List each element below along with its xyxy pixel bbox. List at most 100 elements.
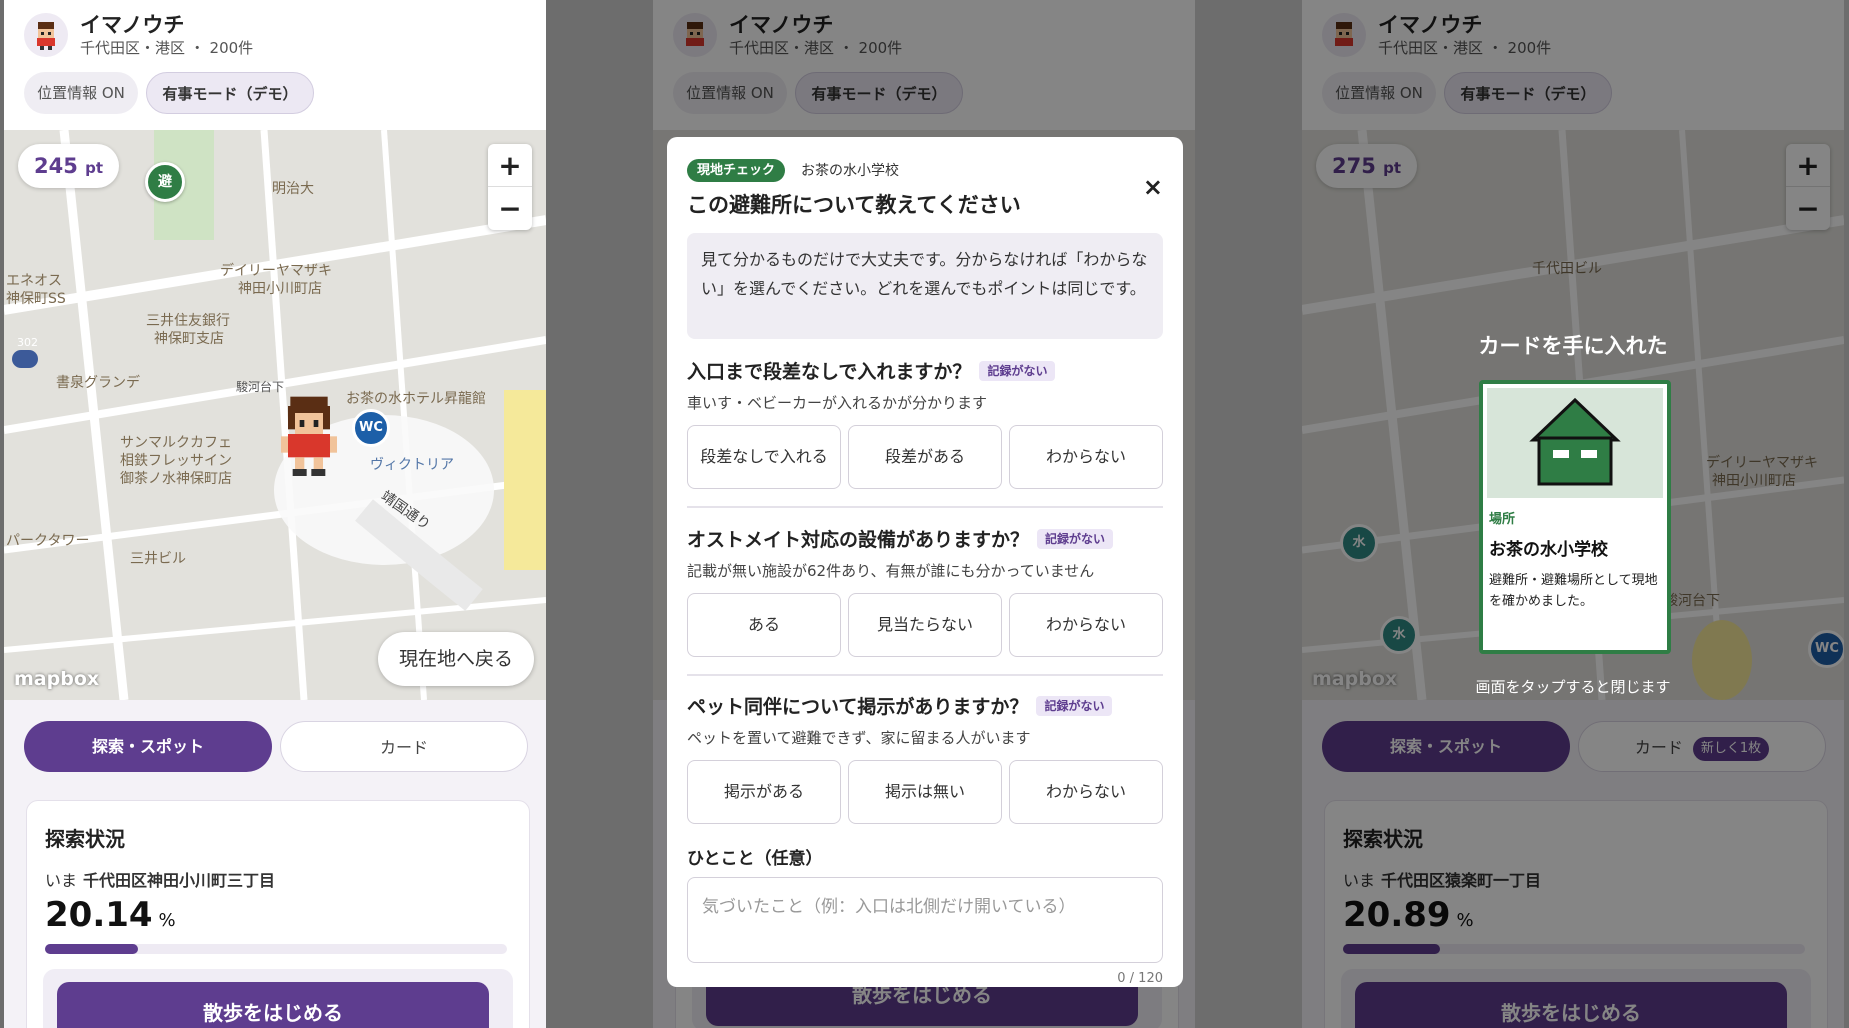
school-name: お茶の水小学校 — [801, 163, 899, 179]
zoom-out-button[interactable]: − — [488, 187, 532, 230]
onsite-check-badge: 現地チェック — [687, 159, 786, 182]
card-image — [1487, 388, 1663, 498]
walk-button-container: 散歩をはじめる — [43, 969, 513, 1028]
map-label: パークタワー — [6, 533, 90, 549]
mapbox-logo: mapbox — [14, 668, 100, 690]
character-counter: 0 / 120 — [1117, 971, 1163, 986]
map-label: 三井住友銀行 — [146, 313, 230, 329]
answer-option[interactable]: 段差なしで入れる — [687, 425, 841, 489]
divider — [687, 674, 1163, 676]
card-kind: 場所 — [1489, 512, 1516, 527]
question-step-free: 入口まで段差なしで入れますか？ 記録がない 車いす・ベビーカーが入れるかが分かりま… — [687, 357, 1163, 489]
current-location: いま 千代田区神田小川町三丁目 — [45, 867, 275, 891]
map-label: 相鉄フレッサイン — [120, 453, 232, 469]
reward-card[interactable]: 場所 お茶の水小学校 避難所・避難場所として現地を確かめました。 — [1479, 380, 1671, 654]
divider — [1844, 0, 1849, 1028]
zoom-in-button[interactable]: + — [488, 144, 532, 187]
map-label: サンマルクカフェ — [120, 435, 232, 451]
exploration-percent: 20.14% — [45, 895, 176, 935]
map-label: エネオス — [6, 273, 62, 289]
map-label: デイリーヤマザキ — [220, 263, 332, 279]
route-number: 302 — [17, 336, 38, 349]
answer-options: 掲示がある 掲示は無い わからない — [687, 760, 1163, 824]
answer-option[interactable]: ある — [687, 593, 841, 657]
divider — [1195, 0, 1302, 1028]
answer-option[interactable]: わからない — [1009, 760, 1163, 824]
exploration-status-card: 探索状況 いま 千代田区神田小川町三丁目 20.14% 散歩をはじめる — [26, 800, 530, 1028]
answer-option[interactable]: 見当たらない — [848, 593, 1002, 657]
divider — [546, 0, 653, 1028]
answer-option[interactable]: わからない — [1009, 425, 1163, 489]
question-pet: ペット同伴について掲示がありますか？ 記録がない ペットを置いて避難できず、家に留… — [687, 692, 1163, 824]
map-label: 三井ビル — [130, 551, 186, 567]
card-description: 避難所・避難場所として現地を確かめました。 — [1489, 573, 1658, 609]
start-walk-button[interactable]: 散歩をはじめる — [57, 982, 489, 1028]
phone-screen-map: イマノウチ 千代田区・港区 ・ 200件 位置情報 ON 有事モード（デモ） 明… — [4, 0, 546, 1028]
shelter-house-icon — [1529, 397, 1621, 486]
map-label: お茶の水ホテル昇龍館 — [346, 391, 486, 407]
no-record-badge: 記録がない — [1036, 696, 1113, 716]
map-label: ヴィクトリア — [370, 457, 454, 473]
question-description: ペットを置いて避難できず、家に留まる人がいます — [687, 729, 1031, 747]
now-label: いま — [45, 871, 78, 890]
progress-fill — [45, 944, 139, 954]
status-title: 探索状況 — [45, 827, 125, 851]
location-chip[interactable]: 位置情報 ON — [24, 72, 138, 114]
dialog-title: この避難所について教えてください — [687, 193, 1021, 217]
question-title: オストメイト対応の設備がありますか？ — [687, 529, 1030, 551]
points-unit: pt — [85, 159, 104, 177]
map-roads — [4, 130, 546, 700]
comment-label: ひとこと（任意） — [687, 849, 823, 869]
map-view[interactable]: 明治大 エネオス 神保町SS デイリーヤマザキ 神田小川町店 三井住友銀行 神保… — [4, 130, 546, 700]
character-icon — [37, 22, 55, 50]
emergency-mode-chip[interactable]: 有事モード（デモ） — [146, 72, 314, 114]
return-to-location-button[interactable]: 現在地へ戻る — [378, 632, 534, 686]
avatar[interactable] — [24, 13, 68, 57]
tab-explore[interactable]: 探索・スポット — [24, 721, 272, 772]
answer-options: 段差なしで入れる 段差がある わからない — [687, 425, 1163, 489]
question-description: 車いす・ベビーカーが入れるかが分かります — [687, 394, 988, 412]
tab-card[interactable]: カード — [280, 721, 528, 772]
map-label: 神保町支店 — [154, 331, 224, 347]
app-subtitle: 千代田区・港区 ・ 200件 — [80, 39, 254, 57]
shelter-marker[interactable]: 避 — [145, 162, 185, 202]
map-label: 神保町SS — [6, 291, 66, 307]
card-reveal-title: カードを手に入れた — [1478, 334, 1668, 358]
question-description: 記載が無い施設が62件あり、有無が誰にも分かっていません — [687, 562, 1095, 580]
map-label: 御茶ノ水神保町店 — [120, 471, 232, 487]
exploration-progress-bar — [45, 944, 507, 954]
question-title: 入口まで段差なしで入れますか？ — [687, 361, 972, 383]
points-badge: 245 pt — [18, 144, 120, 188]
phone-screen-survey: イマノウチ 千代田区・港区 ・ 200件 位置情報 ON 有事モード（デモ） 散… — [653, 0, 1195, 1028]
points-value: 245 — [34, 154, 78, 178]
screen-stage: イマノウチ 千代田区・港区 ・ 200件 位置情報 ON 有事モード（デモ） 明… — [0, 0, 1849, 1028]
zoom-control: + − — [488, 144, 532, 230]
answer-option[interactable]: 掲示がある — [687, 760, 841, 824]
shelter-survey-dialog: 現地チェック お茶の水小学校 この避難所について教えてください × 見て分かるも… — [667, 137, 1183, 987]
map-label: 神田小川町店 — [238, 281, 322, 297]
tap-to-close-hint: 画面をタップすると閉じます — [1475, 678, 1671, 696]
question-ostomate: オストメイト対応の設備がありますか？ 記録がない 記載が無い施設が62件あり、有無… — [687, 525, 1163, 657]
answer-option[interactable]: 掲示は無い — [848, 760, 1002, 824]
wc-marker[interactable]: WC — [352, 409, 390, 447]
percent-unit: % — [158, 910, 176, 931]
answer-option[interactable]: 段差がある — [848, 425, 1002, 489]
comment-input[interactable]: 気づいたこと（例：入口は北側だけ開いている） — [687, 877, 1163, 963]
card-name: お茶の水小学校 — [1489, 540, 1608, 560]
no-record-badge: 記録がない — [1037, 529, 1114, 549]
percent-value: 20.14 — [45, 895, 153, 935]
question-title: ペット同伴について掲示がありますか？ — [687, 696, 1029, 718]
now-place: 千代田区神田小川町三丁目 — [83, 871, 276, 890]
answer-option[interactable]: わからない — [1009, 593, 1163, 657]
player-character-icon — [281, 396, 337, 476]
phone-screen-card-reward: イマノウチ 千代田区・港区 ・ 200件 位置情報 ON 有事モード（デモ） デ… — [1302, 0, 1844, 1028]
map-label: 明治大 — [272, 181, 314, 197]
app-header: イマノウチ 千代田区・港区 ・ 200件 位置情報 ON 有事モード（デモ） — [4, 0, 546, 130]
divider — [687, 506, 1163, 508]
map-label: 書泉グランデ — [56, 375, 140, 391]
instruction-note: 見て分かるものだけで大丈夫です。分からなければ「わからない」を選んでください。ど… — [687, 233, 1163, 339]
no-record-badge: 記録がない — [979, 361, 1056, 381]
close-icon[interactable]: × — [1143, 173, 1163, 201]
app-title: イマノウチ — [80, 13, 185, 37]
answer-options: ある 見当たらない わからない — [687, 593, 1163, 657]
